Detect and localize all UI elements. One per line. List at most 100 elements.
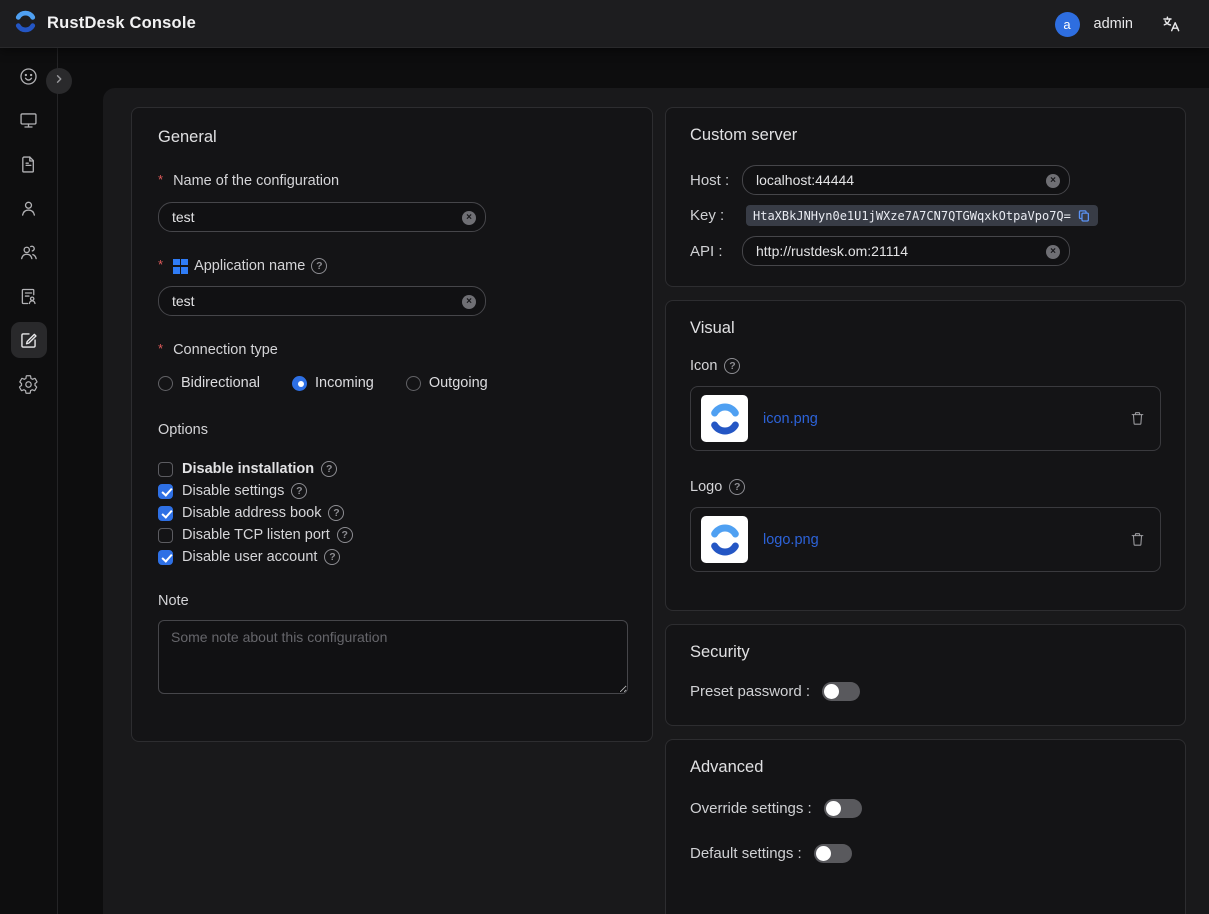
key-chip: HtaXBkJNHyn0e1U1jWXze7A7CN7QTGWqxkOtpaVp… [746,205,1098,226]
sidebar-item-documents[interactable] [11,146,47,182]
help-icon[interactable] [328,505,344,521]
key-value: HtaXBkJNHyn0e1U1jWXze7A7CN7QTGWqxkOtpaVp… [753,209,1071,223]
checkbox-icon [158,484,173,499]
override-settings-label: Override settings : [690,800,812,817]
gear-icon [18,374,39,395]
checkbox-icon [158,550,173,565]
person-icon [18,198,39,219]
logo-thumbnail [701,516,748,563]
sidebar-item-dashboard[interactable] [11,58,47,94]
options-group: Disable installation Disable settings Di… [158,458,626,568]
clear-icon[interactable] [1046,245,1060,259]
edit-icon [18,330,39,351]
clear-icon[interactable] [1046,174,1060,188]
note-textarea[interactable] [158,620,628,694]
sidebar-item-custom-client[interactable] [11,322,47,358]
config-name-field[interactable] [159,209,485,225]
copy-icon[interactable] [1077,209,1091,223]
icon-thumbnail [701,395,748,442]
visual-card: Visual Icon icon.png [665,300,1186,611]
preset-password-label: Preset password : [690,683,810,700]
security-title: Security [690,643,1161,662]
connection-type-group: Bidirectional Incoming Outgoing [158,375,626,391]
chevron-right-icon [52,72,66,91]
help-icon[interactable] [729,479,745,495]
sidebar-collapse-button[interactable] [46,68,72,94]
windows-icon [173,259,188,274]
radio-incoming[interactable]: Incoming [292,375,374,391]
avatar[interactable]: a [1055,12,1080,37]
checkbox-icon [158,528,173,543]
host-label: Host : [690,172,742,189]
app-name-label: Application name [158,258,626,274]
key-label: Key : [690,207,742,224]
sidebar-item-audit[interactable] [11,278,47,314]
app-name-input[interactable] [158,286,486,316]
checkbox-disable-user-account[interactable]: Disable user account [158,546,626,568]
checkbox-disable-tcp-listen-port[interactable]: Disable TCP listen port [158,524,626,546]
help-icon[interactable] [311,258,327,274]
rustdesk-logo-icon [13,9,38,39]
checkbox-disable-settings[interactable]: Disable settings [158,480,626,502]
radio-bidirectional[interactable]: Bidirectional [158,375,260,391]
advanced-card: Advanced Override settings : Default set… [665,739,1186,914]
visual-title: Visual [690,319,1161,338]
config-name-input[interactable] [158,202,486,232]
host-field[interactable] [743,172,1069,188]
sidebar-item-users[interactable] [11,190,47,226]
checkbox-icon [158,462,173,477]
sidebar-item-settings[interactable] [11,366,47,402]
clear-icon[interactable] [462,295,476,309]
note-label: Note [158,593,626,609]
default-settings-toggle[interactable] [814,844,852,863]
sidebar-item-devices[interactable] [11,102,47,138]
config-name-label: Name of the configuration [158,173,626,189]
help-icon[interactable] [324,549,340,565]
custom-server-title: Custom server [690,126,1161,145]
custom-server-card: Custom server Host : Key : HtaXBkJNHyn0e… [665,107,1186,287]
help-icon[interactable] [321,461,337,477]
icon-label: Icon [690,358,1161,374]
help-icon[interactable] [291,483,307,499]
app-title: RustDesk Console [47,14,196,33]
monitor-icon [18,110,39,131]
api-field[interactable] [743,243,1069,259]
username[interactable]: admin [1094,16,1134,32]
help-icon[interactable] [724,358,740,374]
trash-icon[interactable] [1129,410,1146,427]
connection-type-label: Connection type [158,342,626,358]
preset-password-toggle[interactable] [822,682,860,701]
help-icon[interactable] [337,527,353,543]
general-title: General [158,128,626,147]
radio-outgoing[interactable]: Outgoing [406,375,488,391]
api-label: API : [690,243,742,260]
trash-icon[interactable] [1129,531,1146,548]
brand: RustDesk Console [0,9,196,39]
clear-icon[interactable] [462,211,476,225]
document-icon [18,154,39,175]
host-input[interactable] [742,165,1070,195]
override-settings-toggle[interactable] [824,799,862,818]
content-panel: General Name of the configuration Applic… [103,88,1209,914]
people-icon [18,242,39,263]
logo-label: Logo [690,479,1161,495]
api-input[interactable] [742,236,1070,266]
sidebar-item-groups[interactable] [11,234,47,270]
sidebar [0,48,58,914]
checkbox-disable-address-book[interactable]: Disable address book [158,502,626,524]
general-card: General Name of the configuration Applic… [131,107,653,742]
icon-file-row: icon.png [690,386,1161,451]
app-name-field[interactable] [159,293,485,309]
logo-file-link[interactable]: logo.png [763,532,819,548]
icon-file-link[interactable]: icon.png [763,411,818,427]
checkbox-disable-installation[interactable]: Disable installation [158,458,626,480]
options-label: Options [158,422,626,438]
top-bar: RustDesk Console a admin [0,0,1209,48]
advanced-title: Advanced [690,758,1161,777]
security-card: Security Preset password : [665,624,1186,726]
document-person-icon [18,286,39,307]
smiley-icon [18,66,39,87]
radio-icon [406,376,421,391]
logo-file-row: logo.png [690,507,1161,572]
translate-icon[interactable] [1161,14,1181,34]
